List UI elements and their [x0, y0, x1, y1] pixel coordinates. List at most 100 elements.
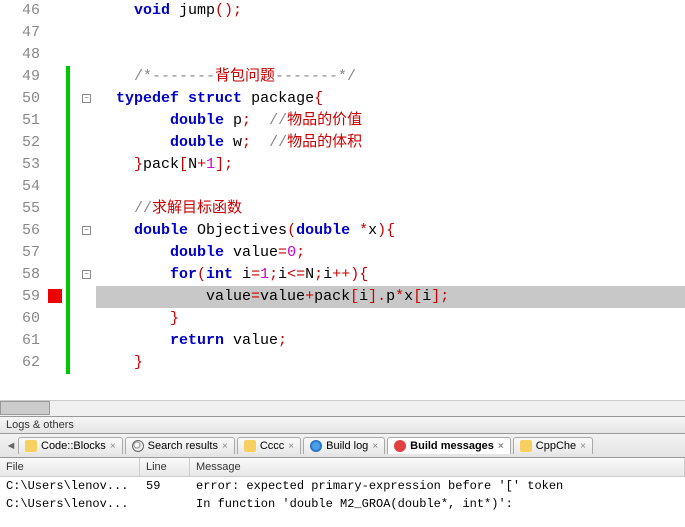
code-content[interactable]: double p; //物品的价值: [96, 110, 685, 132]
tab-nav-left-icon[interactable]: ◄: [4, 440, 18, 452]
code-content[interactable]: typedef struct package{: [96, 88, 685, 110]
code-line[interactable]: 61 return value;: [0, 330, 685, 352]
error-marker-icon: [48, 289, 62, 303]
change-bar: [66, 242, 70, 264]
code-content[interactable]: }: [96, 308, 685, 330]
marker-gutter: [48, 242, 64, 264]
code-line[interactable]: 62 }: [0, 352, 685, 374]
code-line[interactable]: 53 }pack[N+1];: [0, 154, 685, 176]
marker-gutter: [48, 88, 64, 110]
code-content[interactable]: void jump();: [96, 0, 685, 22]
marker-gutter: [48, 44, 64, 66]
code-content[interactable]: value=value+pack[i].p*x[i];: [96, 286, 685, 308]
cccc-icon: [244, 440, 256, 452]
code-editor[interactable]: 46 void jump();474849 /*-------背包问题-----…: [0, 0, 685, 400]
code-line[interactable]: 51 double p; //物品的价值: [0, 110, 685, 132]
msg-line: 59: [140, 478, 190, 494]
horizontal-scrollbar[interactable]: [0, 400, 685, 416]
close-icon[interactable]: ×: [222, 441, 228, 452]
fold-minus-icon[interactable]: −: [82, 226, 91, 235]
marker-gutter: [48, 110, 64, 132]
header-line[interactable]: Line: [140, 458, 190, 476]
code-content[interactable]: //求解目标函数: [96, 198, 685, 220]
fold-minus-icon[interactable]: −: [82, 94, 91, 103]
code-line[interactable]: 52 double w; //物品的体积: [0, 132, 685, 154]
fold-gutter: [80, 44, 96, 66]
code-content[interactable]: for(int i=1;i<=N;i++){: [96, 264, 685, 286]
line-number: 49: [0, 66, 48, 88]
tab-cccc[interactable]: Cccc ×: [237, 437, 301, 454]
close-icon[interactable]: ×: [580, 441, 586, 452]
code-line[interactable]: 49 /*-------背包问题-------*/: [0, 66, 685, 88]
close-icon[interactable]: ×: [372, 441, 378, 452]
fold-gutter: [80, 0, 96, 22]
code-content[interactable]: [96, 44, 685, 66]
change-bar: [66, 352, 70, 374]
msg-file: C:\Users\lenov...: [0, 478, 140, 494]
change-bar-gutter: [64, 176, 80, 198]
code-content[interactable]: double value=0;: [96, 242, 685, 264]
change-bar-gutter: [64, 308, 80, 330]
search-icon: [132, 440, 144, 452]
scrollbar-thumb[interactable]: [0, 401, 50, 415]
message-row[interactable]: C:\Users\lenov...59error: expected prima…: [0, 477, 685, 495]
marker-gutter: [48, 264, 64, 286]
code-line[interactable]: 48: [0, 44, 685, 66]
code-line[interactable]: 59 value=value+pack[i].p*x[i];: [0, 286, 685, 308]
code-content[interactable]: [96, 176, 685, 198]
fold-gutter: [80, 132, 96, 154]
code-line[interactable]: 55 //求解目标函数: [0, 198, 685, 220]
code-line[interactable]: 54: [0, 176, 685, 198]
tab-build-log[interactable]: Build log ×: [303, 437, 385, 454]
marker-gutter: [48, 220, 64, 242]
change-bar: [66, 132, 70, 154]
line-number: 48: [0, 44, 48, 66]
change-bar-gutter: [64, 154, 80, 176]
tab-label: Cccc: [260, 440, 284, 452]
code-content[interactable]: /*-------背包问题-------*/: [96, 66, 685, 88]
change-bar: [66, 330, 70, 352]
tab-label: CppChe: [536, 440, 576, 452]
code-line[interactable]: 50 − typedef struct package{: [0, 88, 685, 110]
tab-code-blocks[interactable]: Code::Blocks×: [18, 437, 123, 454]
code-line[interactable]: 46 void jump();: [0, 0, 685, 22]
line-number: 59: [0, 286, 48, 308]
change-bar-gutter: [64, 110, 80, 132]
change-bar: [66, 264, 70, 286]
change-bar-gutter: [64, 220, 80, 242]
header-file[interactable]: File: [0, 458, 140, 476]
tab-search-results[interactable]: Search results×: [125, 437, 235, 454]
line-number: 55: [0, 198, 48, 220]
tab-build-messages[interactable]: Build messages ×: [387, 437, 511, 454]
message-row[interactable]: C:\Users\lenov...In function 'double M2_…: [0, 495, 685, 513]
code-line[interactable]: 57 double value=0;: [0, 242, 685, 264]
line-number: 50: [0, 88, 48, 110]
line-number: 51: [0, 110, 48, 132]
tab-label: Build log: [326, 440, 368, 452]
change-bar-gutter: [64, 352, 80, 374]
tab-label: Build messages: [410, 440, 494, 452]
fold-gutter: [80, 286, 96, 308]
code-line[interactable]: 47: [0, 22, 685, 44]
code-content[interactable]: double w; //物品的体积: [96, 132, 685, 154]
header-message[interactable]: Message: [190, 458, 685, 476]
code-content[interactable]: double Objectives(double *x){: [96, 220, 685, 242]
fold-minus-icon[interactable]: −: [82, 270, 91, 279]
code-content[interactable]: }pack[N+1];: [96, 154, 685, 176]
close-icon[interactable]: ×: [498, 441, 504, 452]
tab-cppche[interactable]: CppChe ×: [513, 437, 593, 454]
marker-gutter: [48, 0, 64, 22]
logs-panel-label: Logs & others: [0, 416, 685, 434]
marker-gutter: [48, 154, 64, 176]
code-line[interactable]: 56− double Objectives(double *x){: [0, 220, 685, 242]
code-content[interactable]: return value;: [96, 330, 685, 352]
code-line[interactable]: 60 }: [0, 308, 685, 330]
close-icon[interactable]: ×: [110, 441, 116, 452]
line-number: 54: [0, 176, 48, 198]
code-content[interactable]: }: [96, 352, 685, 374]
build-messages-panel: File Line Message C:\Users\lenov...59err…: [0, 458, 685, 513]
close-icon[interactable]: ×: [288, 441, 294, 452]
code-line[interactable]: 58− for(int i=1;i<=N;i++){: [0, 264, 685, 286]
code-content[interactable]: [96, 22, 685, 44]
change-bar-gutter: [64, 0, 80, 22]
